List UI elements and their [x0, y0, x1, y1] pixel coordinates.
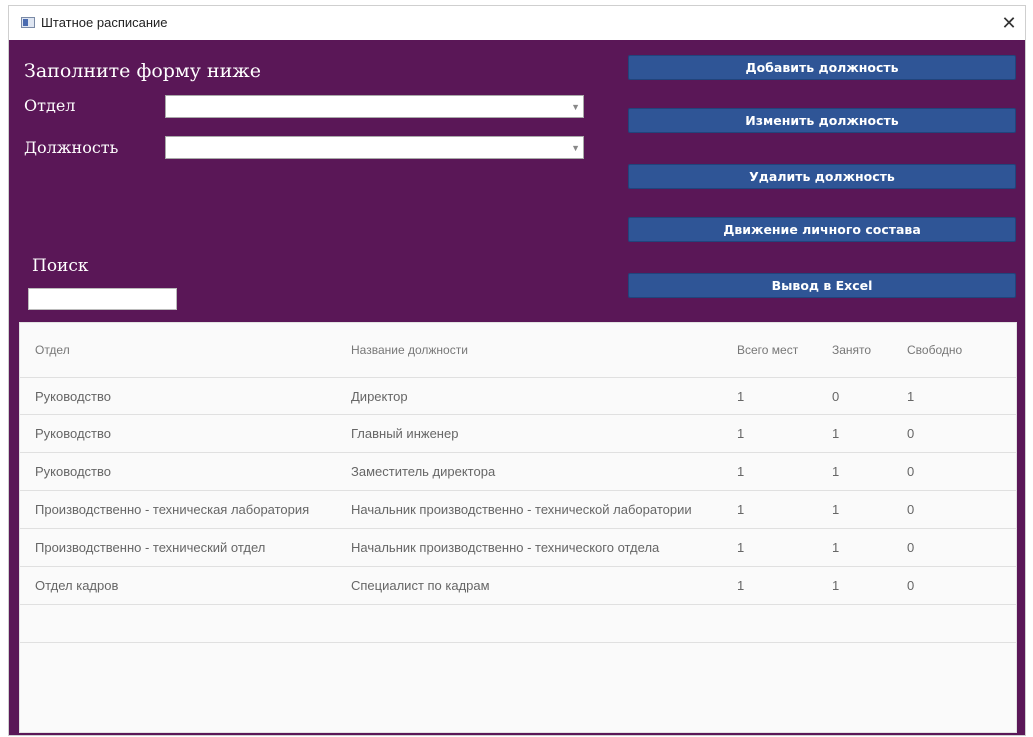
cell-position: Директор: [351, 389, 408, 404]
search-label: Поиск: [32, 256, 89, 276]
cell-position: Главный инженер: [351, 426, 459, 441]
table-row[interactable]: Руководство Директор 1 0 1: [20, 377, 1016, 415]
table-row[interactable]: Производственно - технический отдел Нача…: [20, 529, 1016, 567]
table-row[interactable]: Отдел кадров Специалист по кадрам 1 1 0: [20, 567, 1016, 605]
table-row[interactable]: Руководство Главный инженер 1 1 0: [20, 415, 1016, 453]
title-bar: Штатное расписание ✕: [9, 6, 1025, 40]
main-window: Штатное расписание ✕ Заполните форму ниж…: [8, 5, 1026, 736]
cell-free: 1: [907, 389, 915, 404]
app-icon: [21, 17, 35, 28]
department-combobox[interactable]: ▼: [165, 95, 584, 118]
cell-department: Производственно - техническая лаборатори…: [35, 502, 310, 517]
export-excel-button[interactable]: Вывод в Excel: [628, 273, 1016, 298]
cell-total: 1: [737, 389, 745, 404]
cell-total: 1: [737, 426, 745, 441]
cell-total: 1: [737, 540, 745, 555]
cell-free: 0: [907, 578, 915, 593]
cell-occupied: 1: [832, 578, 840, 593]
table-row-empty[interactable]: [20, 605, 1016, 643]
cell-department: Руководство: [35, 389, 111, 404]
cell-department: Руководство: [35, 426, 111, 441]
cell-position: Начальник производственно - технического…: [351, 540, 660, 555]
header-total[interactable]: Всего мест: [737, 343, 798, 357]
cell-occupied: 0: [832, 389, 840, 404]
cell-position: Начальник производственно - технической …: [351, 502, 692, 517]
cell-occupied: 1: [832, 502, 840, 517]
department-label: Отдел: [24, 96, 76, 115]
cell-total: 1: [737, 578, 745, 593]
table-header: Отдел Название должности Всего мест Заня…: [20, 323, 1016, 377]
header-free[interactable]: Свободно: [907, 343, 962, 357]
window-title: Штатное расписание: [41, 15, 168, 30]
close-icon[interactable]: ✕: [993, 6, 1025, 40]
cell-position: Специалист по кадрам: [351, 578, 490, 593]
cell-position: Заместитель директора: [351, 464, 496, 479]
cell-free: 0: [907, 464, 915, 479]
cell-occupied: 1: [832, 540, 840, 555]
chevron-down-icon[interactable]: ▼: [571, 102, 580, 112]
position-combobox[interactable]: ▼: [165, 136, 584, 159]
header-position[interactable]: Название должности: [351, 343, 468, 357]
cell-free: 0: [907, 540, 915, 555]
cell-total: 1: [737, 464, 745, 479]
delete-position-button[interactable]: Удалить должность: [628, 164, 1016, 189]
cell-department: Производственно - технический отдел: [35, 540, 266, 555]
cell-department: Отдел кадров: [35, 578, 119, 593]
cell-free: 0: [907, 502, 915, 517]
cell-occupied: 1: [832, 426, 840, 441]
cell-total: 1: [737, 502, 745, 517]
add-position-button[interactable]: Добавить должность: [628, 55, 1016, 80]
form-panel: Заполните форму ниже Отдел ▼ Должность ▼…: [9, 40, 1025, 735]
header-department[interactable]: Отдел: [35, 343, 70, 357]
position-label: Должность: [24, 138, 119, 157]
cell-free: 0: [907, 426, 915, 441]
staff-table[interactable]: Отдел Название должности Всего мест Заня…: [19, 322, 1017, 733]
edit-position-button[interactable]: Изменить должность: [628, 108, 1016, 133]
table-row[interactable]: Руководство Заместитель директора 1 1 0: [20, 453, 1016, 491]
search-input[interactable]: [28, 288, 177, 310]
table-row[interactable]: Производственно - техническая лаборатори…: [20, 491, 1016, 529]
chevron-down-icon[interactable]: ▼: [571, 143, 580, 153]
cell-department: Руководство: [35, 464, 111, 479]
staff-movement-button[interactable]: Движение личного состава: [628, 217, 1016, 242]
header-occupied[interactable]: Занято: [832, 343, 871, 357]
cell-occupied: 1: [832, 464, 840, 479]
form-heading: Заполните форму ниже: [24, 60, 261, 82]
